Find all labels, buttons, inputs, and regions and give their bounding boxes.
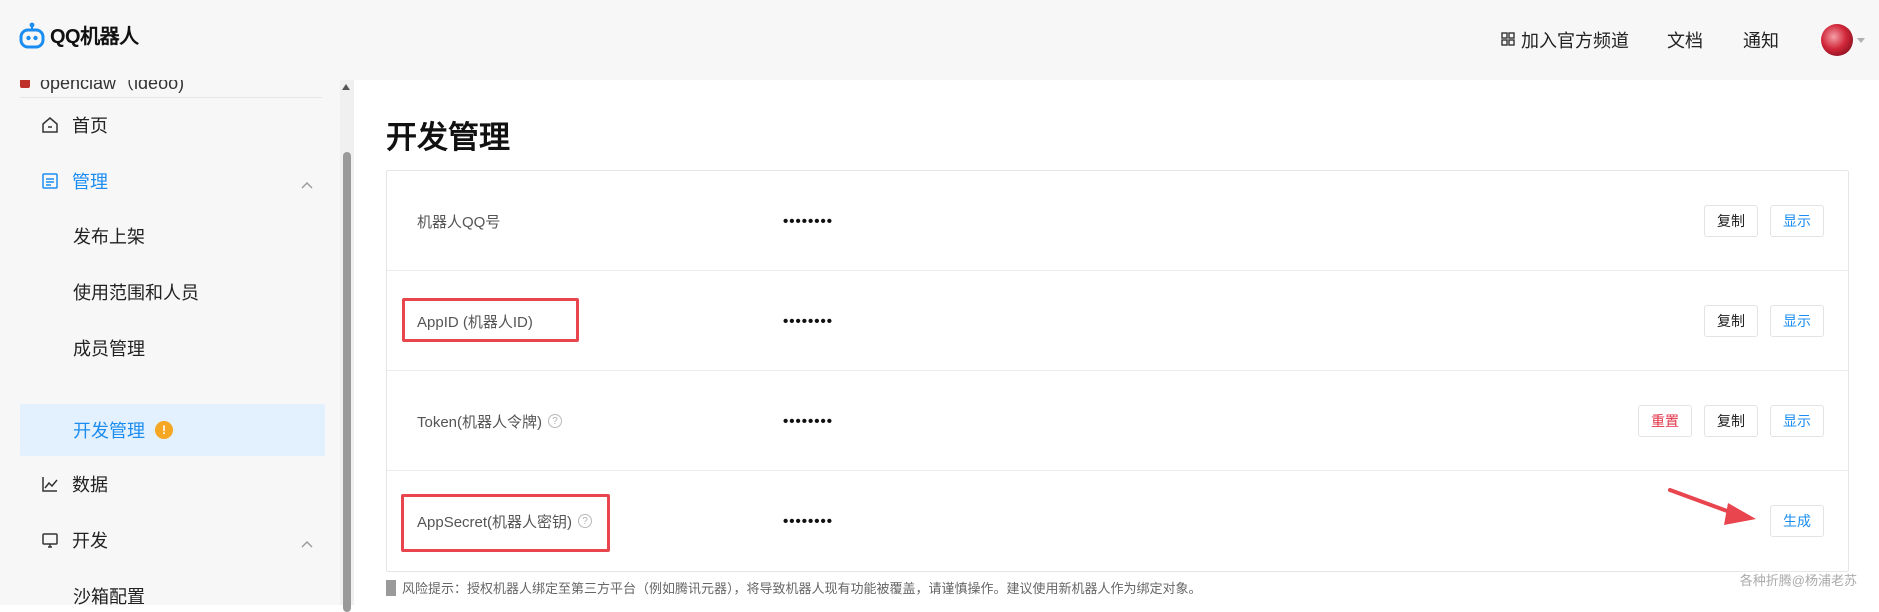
app-name: openclaw（ldeoo) [40,80,185,93]
credential-row-token: Token(机器人令牌) ? •••••••• 重置 复制 显示 [387,371,1848,471]
top-bar: QQ机器人 加入官方频道 文档 通知 [0,0,1879,80]
sidebar-item-label: 发布上架 [73,227,145,247]
risk-marker [386,579,396,596]
help-icon[interactable]: ? [548,414,563,428]
join-channel-link[interactable]: 加入官方频道 [1501,27,1629,53]
page-title: 开发管理 [386,120,510,155]
sidebar-item-label: 开发 [72,531,108,551]
masked-value: •••••••• [783,512,834,530]
copy-button[interactable]: 复制 [1704,405,1758,437]
sidebar-item-publish[interactable]: 发布上架 [20,210,325,262]
credential-row-qq: 机器人QQ号 •••••••• 复制 显示 [387,171,1848,271]
warning-badge: ! [155,421,173,439]
sidebar-item-label: 首页 [72,116,108,136]
annotation-box-appsecret [401,494,610,552]
chevron-up-icon [301,532,313,553]
sidebar-item-home[interactable]: 首页 [20,99,325,151]
show-button[interactable]: 显示 [1770,205,1824,237]
chart-icon [40,474,60,494]
manage-icon [40,171,60,191]
sidebar-item-label: 使用范围和人员 [73,283,199,303]
avatar[interactable] [1821,24,1853,56]
row-label: 机器人QQ号 [417,213,501,231]
qq-bot-logo[interactable]: QQ机器人 [18,20,139,49]
credential-row-appid: AppID (机器人ID) •••••••• 复制 显示 [387,271,1848,371]
sidebar-item-label: 开发管理 [73,421,145,441]
watermark: 各种折腾@杨浦老苏 [1739,573,1857,588]
annotation-box-appid [402,298,579,342]
row-label-text: Token(机器人令牌) [417,413,543,431]
row-actions: 重置 复制 显示 [1638,405,1824,437]
monitor-icon [40,530,60,550]
caret-down-icon [1857,31,1865,49]
masked-value: •••••••• [783,412,834,430]
sidebar-item-data[interactable]: 数据 [20,458,325,510]
risk-tip: 风险提示：授权机器人绑定至第三方平台（例如腾讯元器），将导致机器人现有功能被覆盖… [386,578,1202,597]
scrollbar-thumb[interactable] [343,152,351,612]
sidebar-item-label: 管理 [72,172,108,192]
sidebar-item-label: 数据 [72,475,108,495]
sidebar-item-label: 沙箱配置 [73,587,145,605]
show-button[interactable]: 显示 [1770,305,1824,337]
app-switcher[interactable]: openclaw（ldeoo) [20,80,322,98]
sidebar-item-develop[interactable]: 开发 [20,514,325,566]
annotation-arrow-icon [1668,488,1756,525]
sidebar-item-members[interactable]: 成员管理 [20,322,325,374]
user-menu[interactable] [1821,24,1865,56]
home-icon [40,115,60,135]
sidebar-item-label: 成员管理 [73,339,145,359]
row-actions: 复制 显示 [1704,205,1824,237]
grid-icon [1501,30,1515,51]
top-nav: 加入官方频道 文档 通知 [1501,0,1879,80]
scroll-up-arrow-icon[interactable] [342,84,350,90]
docs-link[interactable]: 文档 [1667,27,1703,53]
copy-button[interactable]: 复制 [1704,305,1758,337]
show-button[interactable]: 显示 [1770,405,1824,437]
app-avatar-icon [20,80,30,88]
sidebar-item-manage[interactable]: 管理 [20,155,325,207]
row-actions: 复制 显示 [1704,305,1824,337]
generate-button[interactable]: 生成 [1770,505,1824,537]
copy-button[interactable]: 复制 [1704,205,1758,237]
row-label: Token(机器人令牌) ? [417,371,563,471]
sidebar-item-sandbox[interactable]: 沙箱配置 [20,570,325,605]
reset-button[interactable]: 重置 [1638,405,1692,437]
chevron-up-icon [301,173,313,194]
robot-logo-icon [18,21,46,49]
risk-tip-text: 风险提示：授权机器人绑定至第三方平台（例如腾讯元器），将导致机器人现有功能被覆盖… [402,581,1202,596]
masked-value: •••••••• [783,312,834,330]
sidebar-item-scope[interactable]: 使用范围和人员 [20,266,325,318]
notice-link[interactable]: 通知 [1743,27,1779,53]
sidebar: openclaw（ldeoo) 首页 管理 发布上架 使用范围和人员 成员管理 … [0,80,340,605]
row-actions: 生成 [1770,505,1824,537]
logo-text: QQ机器人 [50,26,139,48]
masked-value: •••••••• [783,212,834,230]
sidebar-item-dev-manage[interactable]: 开发管理 ! [20,404,325,456]
join-channel-label: 加入官方频道 [1521,31,1629,51]
